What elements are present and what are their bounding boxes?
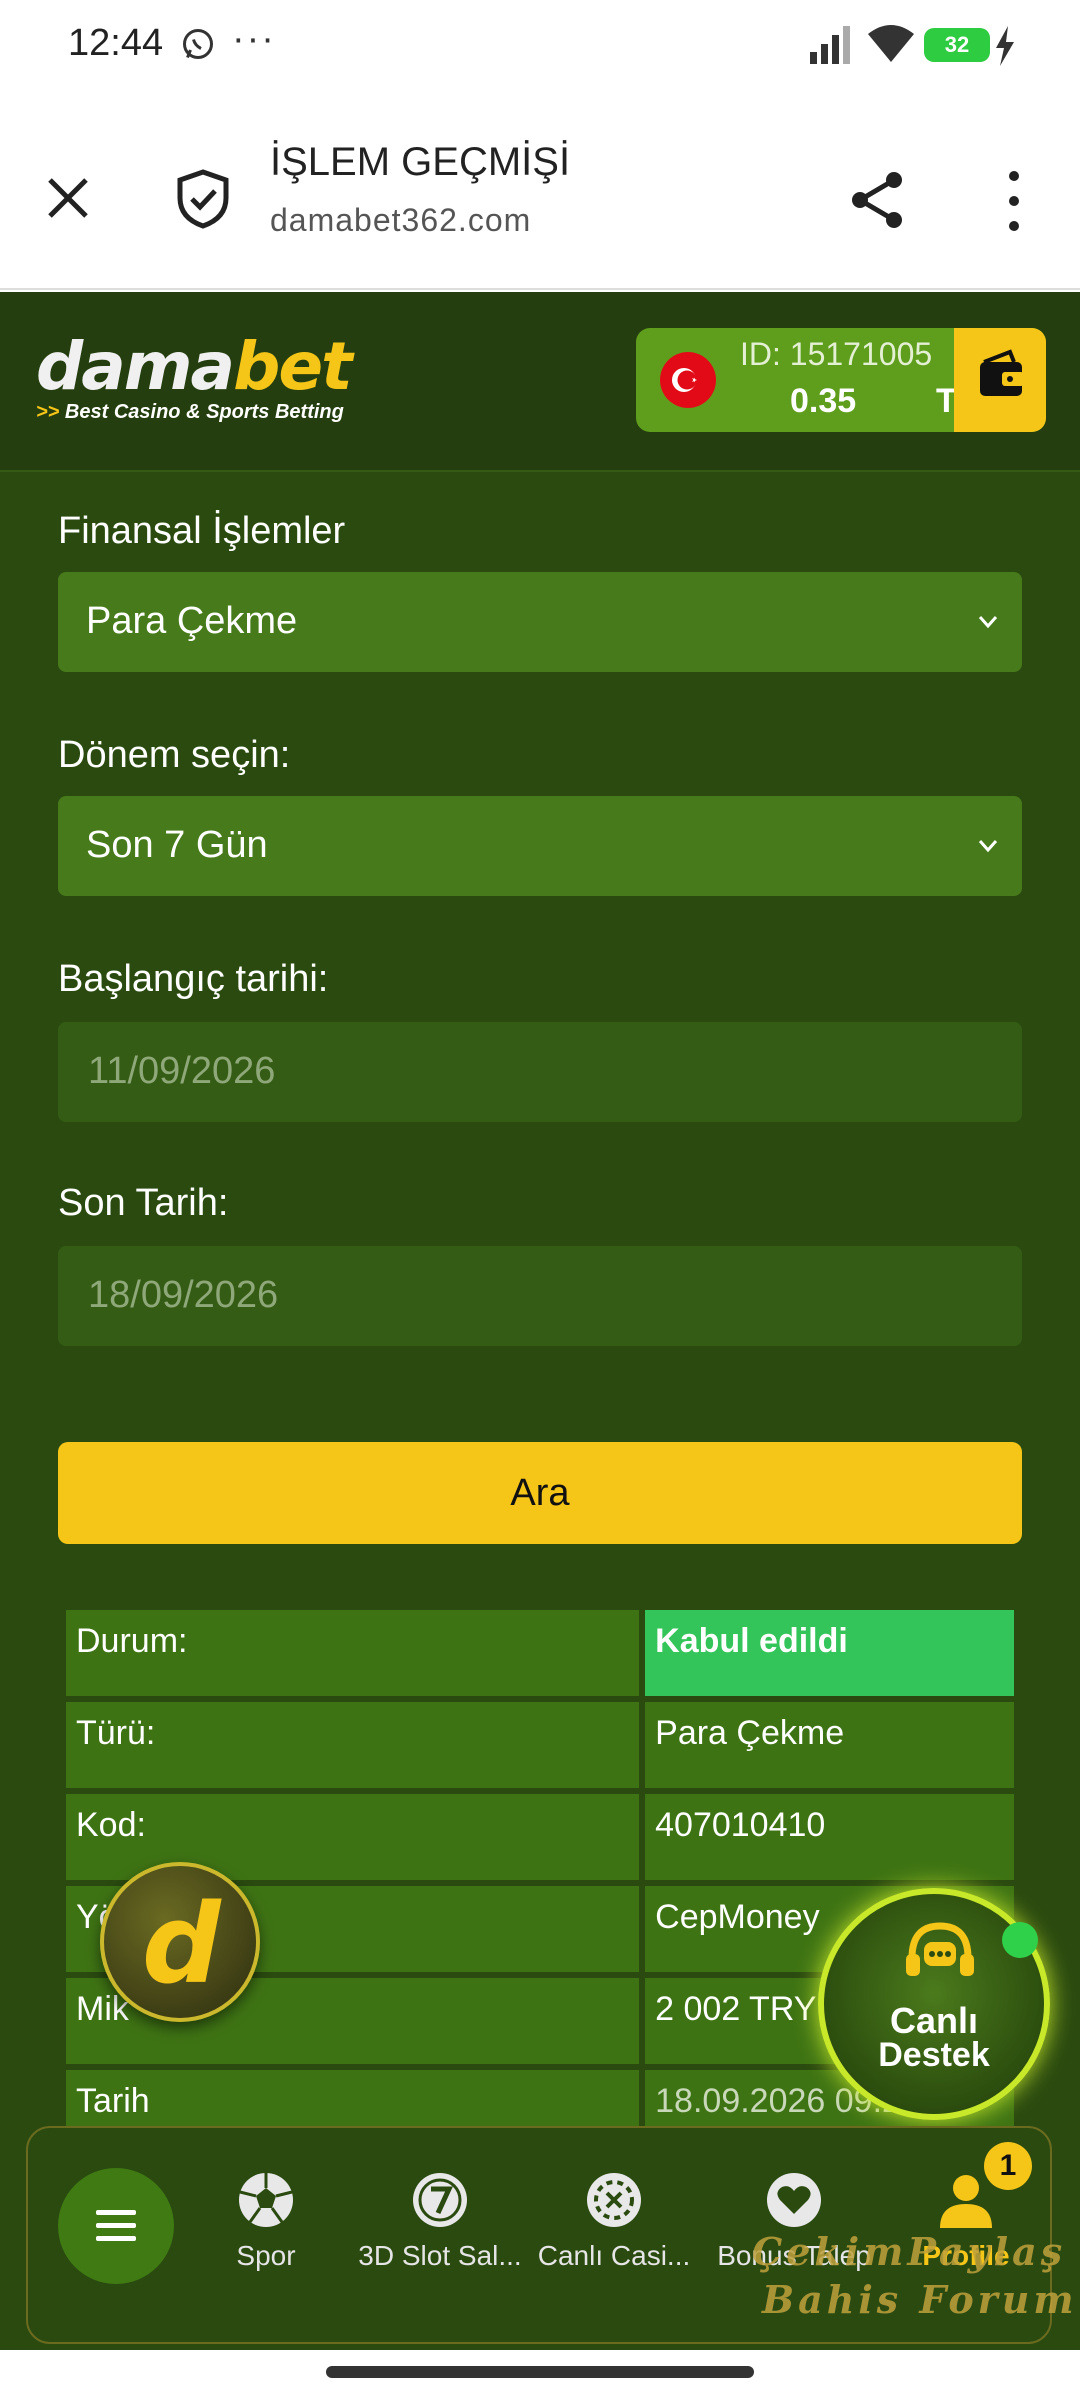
logo-text-bet: bet: [233, 328, 353, 405]
financial-type-select[interactable]: Para Çekme: [58, 572, 1022, 672]
code-value: 407010410: [645, 1794, 1014, 1880]
browser-toolbar: İŞLEM GEÇMİŞİ damabet362.com: [0, 90, 1080, 290]
wifi-icon: [868, 25, 914, 62]
type-value: Para Çekme: [645, 1702, 1014, 1788]
nav-item-spor[interactable]: Spor: [182, 2170, 350, 2280]
search-button[interactable]: Ara: [58, 1442, 1022, 1544]
close-icon[interactable]: [40, 170, 96, 226]
financial-type-value: Para Çekme: [86, 600, 298, 642]
menu-button[interactable]: [58, 2168, 174, 2284]
more-notifications-icon: ···: [232, 18, 276, 60]
logo-text-dama: dama: [36, 328, 235, 405]
nav-item-live-casino[interactable]: Canlı Casi...: [530, 2170, 698, 2280]
nav-label-spor: Spor: [236, 2240, 296, 2271]
nav-label-3d-slot: 3D Slot Sal...: [358, 2240, 522, 2271]
wallet-icon: [980, 349, 1024, 396]
status-key: Durum:: [66, 1610, 640, 1696]
d-logo-icon: d: [142, 1880, 221, 2008]
page-url[interactable]: damabet362.com: [270, 202, 531, 239]
table-row: Türü: Para Çekme: [66, 1702, 1014, 1788]
online-indicator: [1002, 1922, 1038, 1958]
account-balance-box[interactable]: ID: 15171005 0.35 TRY: [636, 328, 1046, 432]
chevron-down-icon: [978, 616, 998, 629]
shield-check-icon[interactable]: [174, 168, 232, 230]
damabet-logo[interactable]: damabet >> Best Casino & Sports Betting: [36, 328, 353, 424]
live-support-button[interactable]: Canlı Destek: [818, 1888, 1050, 2120]
roulette-chip-icon: [587, 2173, 641, 2227]
signal-icon: [810, 26, 850, 64]
status-badge: Kabul edildi: [645, 1610, 1014, 1696]
watermark-text: ÇekimPaylaş Bahis Forum: [752, 2228, 1080, 2324]
tagline-arrows: >>: [36, 401, 60, 423]
end-date-label: Son Tarih:: [58, 1182, 229, 1224]
chevron-down-icon: [978, 840, 998, 853]
share-icon[interactable]: [848, 170, 908, 230]
headset-chat-icon: [906, 1922, 974, 1976]
page-title: İŞLEM GEÇMİŞİ: [270, 140, 571, 184]
watermark-line1: ÇekimPaylaş: [752, 2229, 1067, 2274]
battery-indicator: 32: [924, 28, 990, 62]
nav-item-3d-slot[interactable]: 3D Slot Sal...: [356, 2170, 524, 2280]
soccer-ball-icon: [239, 2173, 293, 2227]
hamburger-icon: [96, 2210, 136, 2241]
start-date-label: Başlangıç tarihi:: [58, 958, 329, 1000]
period-label: Dönem seçin:: [58, 734, 291, 776]
start-date-field[interactable]: 11/09/2026: [58, 1022, 1022, 1122]
table-row: Durum: Kabul edildi: [66, 1610, 1014, 1696]
start-date-value: 11/09/2026: [88, 1050, 276, 1092]
account-id: ID: 15171005: [740, 336, 933, 372]
nav-label-live-casino: Canlı Casi...: [537, 2240, 691, 2271]
wallet-button[interactable]: [954, 328, 1046, 432]
site-header: damabet >> Best Casino & Sports Betting …: [0, 292, 1080, 472]
home-indicator[interactable]: [326, 2366, 754, 2378]
notification-badge: 1: [984, 2142, 1032, 2190]
status-bar: 12:44 ··· 32: [0, 0, 1080, 90]
end-date-value: 18/09/2026: [88, 1274, 279, 1316]
support-label-line2: Destek: [878, 2036, 990, 2074]
period-value: Son 7 Gün: [86, 824, 268, 866]
slot-seven-icon: [413, 2173, 467, 2227]
turkey-flag-icon: [660, 352, 716, 408]
period-select[interactable]: Son 7 Gün: [58, 796, 1022, 896]
heart-icon: [767, 2173, 821, 2227]
charging-icon: [996, 26, 1014, 66]
type-key: Türü:: [66, 1702, 640, 1788]
logo-tagline: Best Casino & Sports Betting: [64, 401, 344, 423]
more-options-icon[interactable]: [996, 168, 1032, 234]
floating-d-button[interactable]: d: [100, 1862, 260, 2022]
financial-type-label: Finansal İşlemler: [58, 510, 346, 552]
end-date-field[interactable]: 18/09/2026: [58, 1246, 1022, 1346]
balance-amount: 0.35: [790, 382, 857, 420]
whatsapp-icon: [183, 29, 213, 59]
status-time: 12:44: [68, 22, 164, 64]
watermark-line2: Bahis Forum: [762, 2277, 1078, 2322]
